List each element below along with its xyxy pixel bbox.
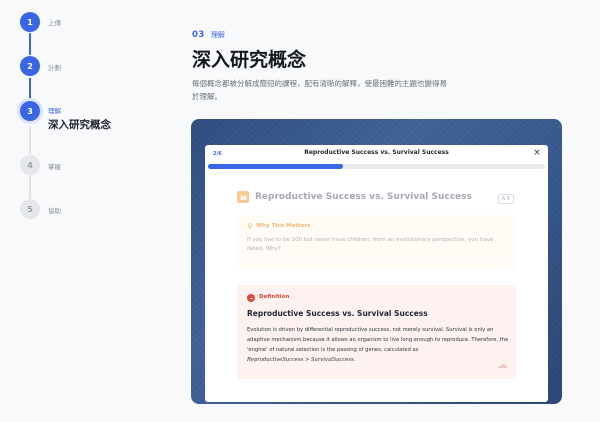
close-icon[interactable]: × [532,148,542,158]
step-2-label: 計劃 [48,64,61,72]
book-icon [237,191,249,203]
definition-body: Evolution is driven by differential repr… [247,327,509,353]
page-description: 每個概念都被分解成簡短的課程，配有清晰的解釋，使最困難的主題也變得易於理解。 [192,79,447,101]
definition-label: Definition [259,294,290,300]
step-1-circle[interactable]: 1 [20,12,40,32]
why-this-matters-text: If you live to be 100 but never have chi… [247,237,494,252]
lesson-modal: 2/6 Reproductive Success vs. Survival Su… [205,145,548,402]
lesson-progress-bar [208,164,545,169]
step-connector [29,175,31,199]
alert-icon [247,294,255,302]
step-5-circle[interactable]: 5 [20,199,40,219]
modal-title: Reproductive Success vs. Survival Succes… [304,149,449,156]
step-5-label: 協助 [48,207,61,215]
step-connector [29,33,31,55]
step-4-label: 掌握 [48,163,61,171]
decorative-cloud-icon: ☁ [497,358,508,371]
section-eyebrow: 03 理解 [192,30,225,40]
definition-formula: ReproductiveSuccess > SurvivalSuccess. [247,357,356,363]
step-3-label: 理解 [48,107,61,115]
step-1-label: 上傳 [48,19,61,27]
lesson-progress-fill [208,164,343,169]
section-number: 03 [192,30,205,40]
font-size-badge[interactable]: A 5 [497,194,514,204]
why-this-matters-box: Why This Matters If you live to be 100 b… [237,215,516,269]
definition-box: Definition Reproductive Success vs. Surv… [237,285,516,379]
card-title: Reproductive Success vs. Survival Succes… [255,192,472,202]
why-this-matters-label: Why This Matters [256,223,311,229]
step-2-circle[interactable]: 2 [20,56,40,76]
modal-header: 2/6 Reproductive Success vs. Survival Su… [205,145,548,163]
lightbulb-icon [247,223,253,231]
definition-title: Reproductive Success vs. Survival Succes… [247,309,428,318]
step-4-circle[interactable]: 4 [20,155,40,175]
card-heading: Reproductive Success vs. Survival Succes… [237,191,472,203]
page-title: 深入研究概念 [192,49,307,71]
step-3-circle[interactable]: 3 [20,101,40,121]
section-name: 理解 [210,31,225,39]
definition-text: Evolution is driven by differential repr… [247,325,509,365]
lesson-preview: 2/6 Reproductive Success vs. Survival Su… [191,119,562,404]
step-3-title: 深入研究概念 [48,119,111,131]
step-connector [29,126,31,154]
step-connector [29,78,31,100]
progress-stepper: 1 上傳 2 計劃 3 理解 深入研究概念 4 掌握 5 協助 [0,0,170,422]
